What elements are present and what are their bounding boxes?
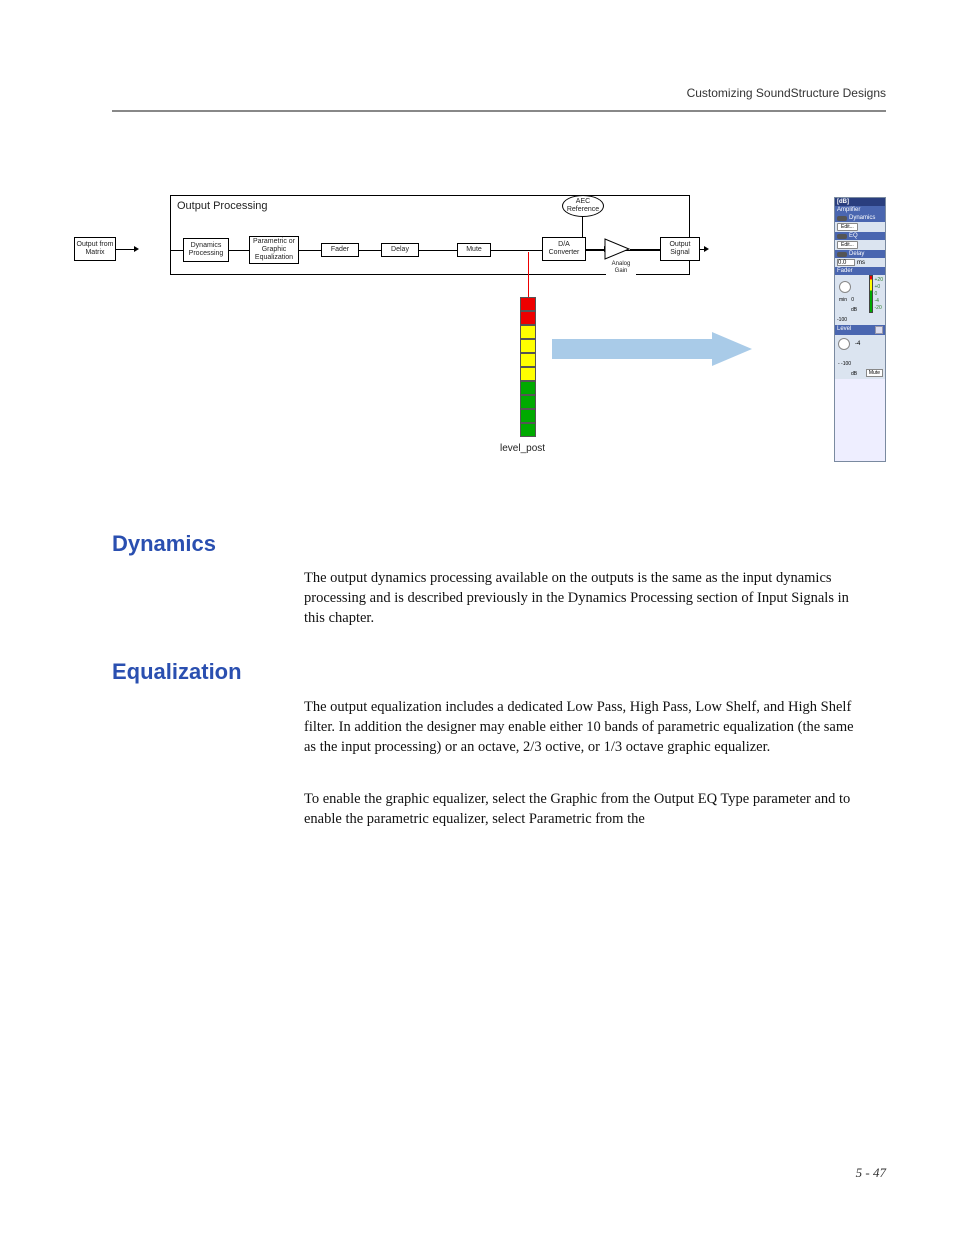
level-settings-icon[interactable]: [875, 326, 883, 334]
node-fader: Fader: [321, 243, 359, 257]
node-delay: Delay: [381, 243, 419, 257]
flow-arrow: [299, 250, 321, 251]
dynamics-toggle[interactable]: [837, 216, 847, 221]
node-analog-gain-label: Analog Gain: [606, 259, 636, 277]
level-knob[interactable]: [838, 338, 850, 350]
level-value: -4: [855, 341, 860, 347]
heading-dynamics: Dynamics: [112, 531, 216, 557]
header-rule: [112, 110, 886, 112]
page-header: Customizing SoundStructure Designs: [112, 86, 886, 112]
heading-equalization: Equalization: [112, 659, 242, 685]
flow-arrow: [419, 250, 457, 251]
fader-meter-icon: [869, 275, 873, 313]
eq-edit-button[interactable]: Edit...: [837, 241, 858, 249]
flow-arrow: [630, 249, 660, 250]
channel-strip-panel: [dB] Amplifier Dynamics Edit... EQ Edit.…: [834, 197, 886, 462]
panel-level-head: Level: [837, 326, 851, 334]
flow-arrow: [359, 250, 381, 251]
output-processing-title: Output Processing: [177, 200, 268, 212]
eq-toggle[interactable]: [837, 234, 847, 239]
callout-arrow-icon: [552, 332, 752, 366]
node-output-signal: Output Signal: [660, 237, 700, 261]
flow-arrow: [586, 249, 604, 250]
node-output-from-matrix: Output from Matrix: [74, 237, 116, 261]
flow-arrow: [171, 250, 183, 251]
panel-title: [dB]: [835, 198, 885, 206]
level-db-unit: dB: [851, 371, 857, 377]
delay-value-input[interactable]: 0.0: [837, 259, 855, 266]
fader-knob[interactable]: [839, 281, 851, 293]
level-meter-label: level_post: [500, 443, 545, 454]
fader-scale: +20 +0 0 -4 -20: [875, 277, 883, 312]
flow-arrow: [229, 250, 249, 251]
amp-triangle-icon: [604, 238, 630, 260]
node-mute: Mute: [457, 243, 491, 257]
level-area[interactable]: -4 - -100 dB Mute: [835, 335, 885, 379]
panel-fader-head: Fader: [835, 267, 885, 275]
fader-db-unit: dB: [851, 307, 857, 313]
delay-toggle[interactable]: [837, 252, 847, 257]
node-dynamics: Dynamics Processing: [183, 238, 229, 262]
meter-tap-line: [528, 252, 529, 297]
panel-amplifier-head: Amplifier: [835, 206, 885, 214]
fader-knob-mark: min 0: [839, 297, 854, 303]
level-meter: [520, 297, 536, 437]
mute-button[interactable]: Mute: [866, 369, 883, 377]
delay-unit: ms: [857, 260, 865, 266]
page-number: 5 - 47: [856, 1165, 886, 1181]
panel-eq-head: EQ: [849, 233, 858, 239]
panel-dynamics-head: Dynamics: [849, 215, 875, 221]
panel-delay-head: Delay: [849, 251, 864, 257]
para-dynamics: The output dynamics processing available…: [304, 568, 854, 628]
para-eq-2: To enable the graphic equalizer, select …: [304, 789, 854, 829]
para-eq-1: The output equalization includes a dedic…: [304, 697, 854, 757]
output-processing-diagram: Output from Matrix Output Processing Dyn…: [112, 187, 886, 482]
node-eq: Parametric or Graphic Equalization: [249, 236, 299, 264]
level-min: - -100: [838, 361, 851, 367]
running-head: Customizing SoundStructure Designs: [112, 86, 886, 100]
fader-area[interactable]: min 0 +20 +0 0 -4 -20 -100 dB: [835, 275, 885, 325]
dynamics-edit-button[interactable]: Edit...: [837, 223, 858, 231]
fader-min: -100: [837, 317, 847, 323]
node-dac: D/A Converter: [542, 237, 586, 261]
node-aec-reference: AEC Reference: [562, 195, 604, 217]
